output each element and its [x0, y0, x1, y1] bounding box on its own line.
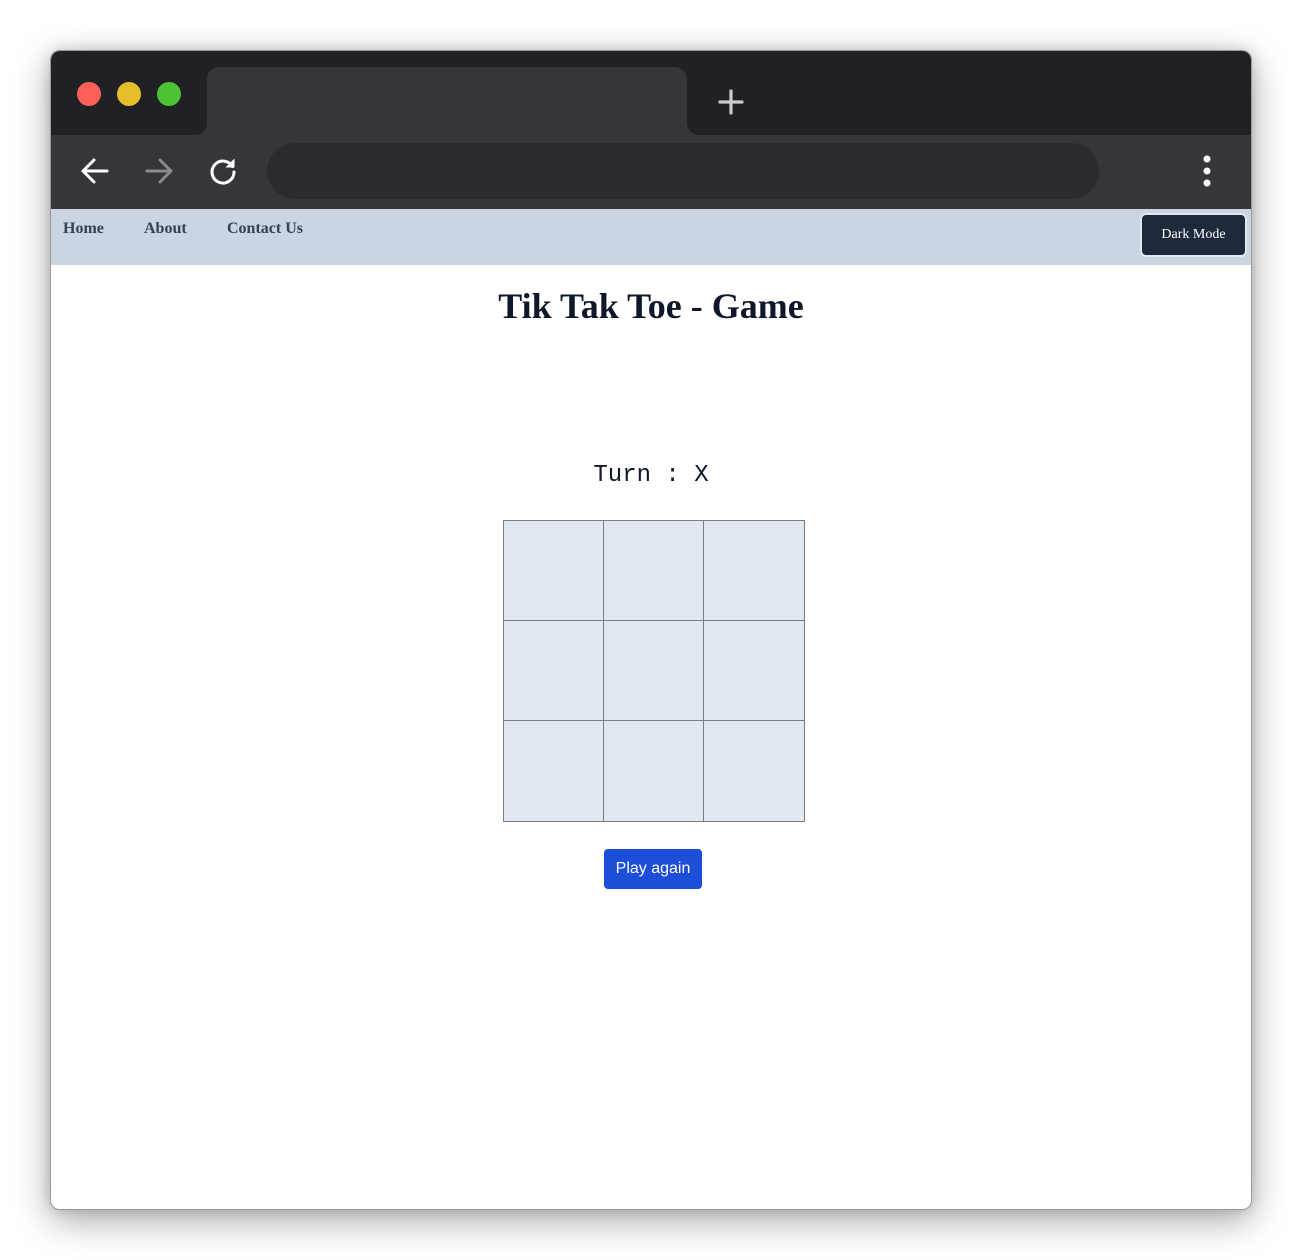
- plus-icon[interactable]: [715, 86, 747, 118]
- dark-mode-button[interactable]: Dark Mode: [1140, 213, 1247, 257]
- board-cell[interactable]: [604, 721, 704, 821]
- address-bar[interactable]: [267, 143, 1099, 199]
- window-minimize-button[interactable]: [117, 82, 141, 106]
- board-cell[interactable]: [604, 621, 704, 721]
- page-title: Tik Tak Toe - Game: [498, 286, 804, 326]
- play-again-button[interactable]: Play again: [604, 849, 702, 889]
- turn-indicator: Turn : X: [593, 462, 709, 489]
- window-close-button[interactable]: [77, 82, 101, 106]
- nav-link-about[interactable]: About: [144, 220, 187, 238]
- arrow-left-icon[interactable]: [79, 155, 111, 187]
- browser-toolbar: [51, 135, 1251, 209]
- board-cell[interactable]: [704, 721, 804, 821]
- board-cell[interactable]: [704, 521, 804, 621]
- board-cell[interactable]: [504, 621, 604, 721]
- board-cell[interactable]: [504, 521, 604, 621]
- browser-tab[interactable]: [207, 67, 687, 135]
- board-cell[interactable]: [604, 521, 704, 621]
- browser-titlebar: [51, 51, 1251, 135]
- arrow-right-icon[interactable]: [143, 155, 175, 187]
- nav-link-contact-us[interactable]: Contact Us: [227, 220, 303, 238]
- page-viewport: Home About Contact Us Dark Mode Tik Tak …: [51, 209, 1251, 1209]
- window-maximize-button[interactable]: [157, 82, 181, 106]
- site-navbar: Home About Contact Us Dark Mode: [51, 209, 1251, 265]
- browser-window: Home About Contact Us Dark Mode Tik Tak …: [50, 50, 1252, 1210]
- board-cell[interactable]: [504, 721, 604, 821]
- board-cell[interactable]: [704, 621, 804, 721]
- game-board: [503, 520, 805, 822]
- nav-link-home[interactable]: Home: [63, 220, 104, 238]
- reload-icon[interactable]: [207, 155, 239, 187]
- more-vertical-icon[interactable]: [1191, 155, 1223, 187]
